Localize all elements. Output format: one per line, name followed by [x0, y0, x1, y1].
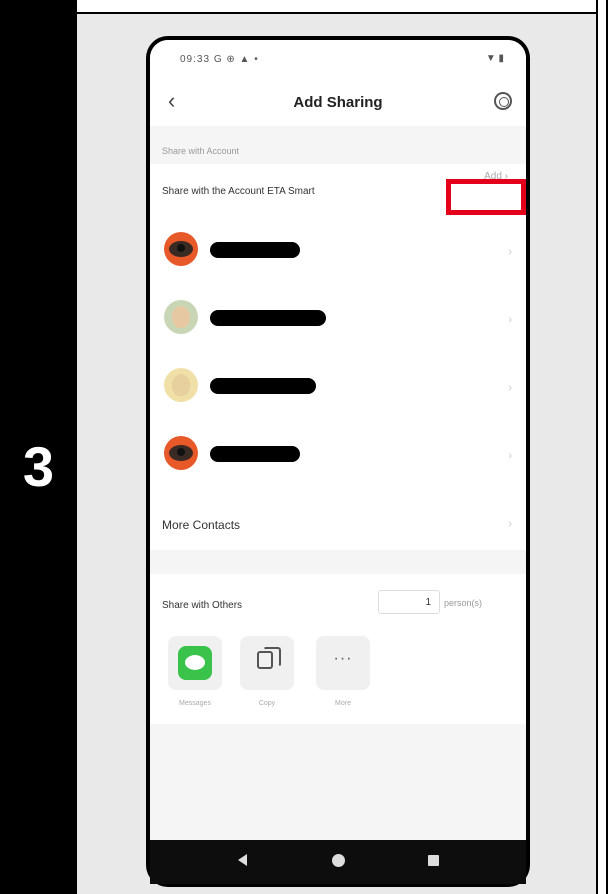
copy-icon [257, 647, 281, 669]
eye-avatar [164, 436, 198, 470]
frame-right-border [606, 0, 608, 894]
contact-row[interactable]: › [150, 284, 526, 352]
messages-caption: Messages [179, 700, 211, 707]
contact-row[interactable]: › [150, 420, 526, 488]
page-title: Add Sharing [293, 94, 383, 111]
more-icon: ··· [333, 650, 353, 667]
person-avatar [164, 300, 198, 334]
gear-icon[interactable] [494, 92, 512, 110]
copy-caption: Copy [258, 700, 276, 707]
more-contacts-row[interactable]: More Contacts › [150, 494, 526, 550]
back-icon[interactable] [238, 854, 247, 866]
step-column: 3 [0, 0, 77, 894]
chevron-right-icon: › [508, 450, 512, 462]
android-nav-bar [150, 840, 526, 884]
more-caption: More [335, 700, 351, 707]
messages-share-button[interactable] [168, 636, 222, 690]
step-number: 3 [22, 435, 55, 498]
status-icons: ▼ ▮ [485, 53, 504, 64]
status-bar: 09:33 G ⊕ ▲ • ▼ ▮ [150, 40, 526, 80]
share-with-others-label: Share with Others [162, 600, 243, 611]
person-avatar [164, 368, 198, 402]
phone-screen: 09:33 G ⊕ ▲ • ▼ ▮ ‹ Add Sharing Share wi… [150, 40, 526, 840]
person-count-input[interactable]: 1 [378, 590, 440, 614]
redacted-name [210, 310, 326, 326]
eye-avatar [164, 232, 198, 266]
chevron-right-icon: › [508, 314, 512, 326]
contact-row[interactable]: › [150, 216, 526, 284]
app-bar: ‹ Add Sharing [150, 80, 526, 126]
chevron-right-icon: › [508, 246, 512, 258]
chevron-right-icon: › [508, 382, 512, 394]
add-button[interactable]: Add › [484, 171, 508, 182]
contact-row[interactable]: › [150, 352, 526, 420]
share-account-row[interactable]: Share with the Account ETA Smart Add › [150, 164, 526, 216]
redacted-name [210, 446, 300, 462]
home-icon[interactable] [332, 854, 345, 867]
share-with-others-card: Share with Others 1 person(s) Messages C… [150, 574, 526, 724]
copy-share-button[interactable] [240, 636, 294, 690]
share-account-row-label: Share with the Account ETA Smart [162, 186, 315, 197]
redacted-name [210, 242, 300, 258]
more-share-button[interactable]: ··· [316, 636, 370, 690]
chevron-right-icon: › [508, 518, 512, 530]
more-contacts-label: More Contacts [162, 518, 241, 532]
frame-top [77, 0, 598, 12]
redacted-name [210, 378, 316, 394]
share-with-account-label: Share with Account [162, 146, 240, 156]
add-highlight-box [446, 179, 526, 215]
account-share-card: Share with the Account ETA Smart Add › ›… [150, 164, 526, 550]
person-count-unit: person(s) [444, 598, 483, 608]
messages-icon [178, 646, 212, 680]
recents-icon[interactable] [428, 855, 439, 866]
status-time: 09:33 G ⊕ ▲ • [180, 54, 259, 65]
